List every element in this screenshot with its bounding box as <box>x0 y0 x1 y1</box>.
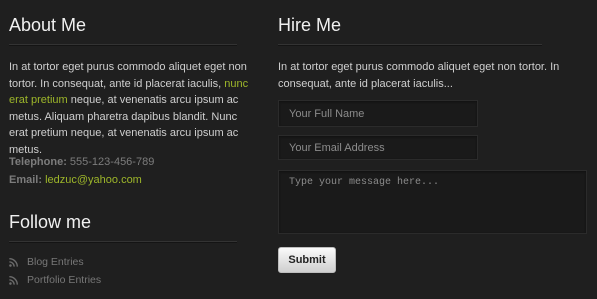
about-divider <box>9 44 237 46</box>
rss-icon <box>9 275 18 285</box>
phone-value: 555-123-456-789 <box>66 156 155 168</box>
about-text: In at tortor eget purus commodo aliquet … <box>9 59 257 158</box>
phone-label: Telephone: <box>9 156 67 168</box>
email-link[interactable]: ledzuc@yahoo.com <box>45 174 142 186</box>
hire-divider <box>278 44 542 46</box>
full-name-input[interactable] <box>278 100 478 127</box>
submit-button[interactable]: Submit <box>278 247 336 273</box>
follow-divider <box>9 241 237 243</box>
follow-title: Follow me <box>9 212 92 232</box>
email-label: Email: <box>9 174 43 186</box>
follow-item-label: Blog Entries <box>27 256 84 268</box>
message-textarea[interactable] <box>278 170 587 234</box>
follow-item-blog-entries[interactable]: Blog Entries <box>9 256 84 268</box>
contact-email: Email: ledzuc@yahoo.com <box>9 172 142 188</box>
follow-item-portfolio-entries[interactable]: Portfolio Entries <box>9 274 101 286</box>
contact-phone: Telephone: 555-123-456-789 <box>9 154 154 170</box>
hire-text: In at tortor eget purus commodo aliquet … <box>278 61 560 90</box>
about-title: About Me <box>9 15 87 35</box>
follow-item-label: Portfolio Entries <box>27 274 102 286</box>
rss-icon <box>9 257 18 267</box>
email-address-input[interactable] <box>278 135 478 160</box>
about-text-part1: In at tortor eget purus commodo aliquet … <box>9 61 247 90</box>
hire-title: Hire Me <box>278 15 342 35</box>
